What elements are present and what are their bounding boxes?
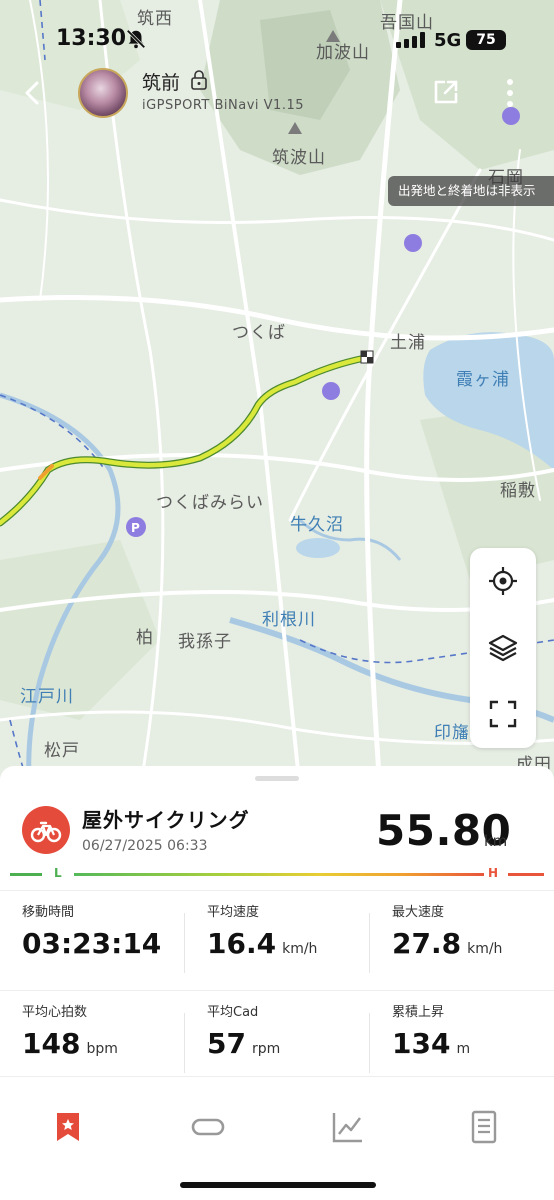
stat-label: 最大速度: [392, 905, 445, 920]
stat-value: 148: [22, 1027, 81, 1060]
network-type: 5G: [434, 30, 462, 51]
gradient-low-line: [10, 873, 42, 876]
gradient-high-label: H: [488, 866, 499, 880]
locate-icon[interactable]: [487, 565, 519, 597]
distance-unit: km: [484, 832, 508, 850]
fullscreen-icon[interactable]: [487, 698, 519, 730]
battery-icon: 75: [466, 30, 506, 50]
stat-label: 平均Cad: [207, 1005, 259, 1020]
avatar[interactable]: [78, 68, 128, 118]
stat-max-speed: 最大速度 27.8 km/h: [370, 891, 554, 991]
stat-moving-time: 移動時間 03:23:14: [0, 891, 184, 991]
map-label-tsukubamirai: つくばみらい: [156, 493, 264, 513]
map-controls-panel: [470, 548, 536, 748]
cycling-icon: [22, 806, 70, 854]
map-label-tsukubasan: 筑波山: [272, 148, 326, 168]
stat-value: 134: [392, 1027, 451, 1060]
stats-row-1: 移動時間 03:23:14 平均速度 16.4 km/h 最大速度 27.8 km/…: [0, 890, 554, 990]
layers-icon[interactable]: [487, 632, 519, 664]
gradient-bar: [74, 873, 484, 876]
lock-icon: [191, 70, 207, 90]
stat-label: 平均速度: [207, 905, 260, 920]
stat-unit: bpm: [86, 1041, 118, 1057]
laps-tab-icon[interactable]: [190, 1109, 226, 1145]
stats-grid: 移動時間 03:23:14 平均速度 16.4 km/h 最大速度 27.8 km/…: [0, 890, 554, 1090]
hide-endpoints-toggle[interactable]: 出発地と終着地は非表示: [388, 176, 554, 206]
route-name: 筑前: [142, 72, 181, 94]
details-tab-icon[interactable]: [466, 1109, 502, 1145]
sheet-handle[interactable]: [255, 776, 299, 781]
stat-label: 累積上昇: [392, 1005, 445, 1020]
map-label-ushikunuma: 牛久沼: [290, 515, 344, 535]
stat-unit: km/h: [282, 941, 318, 957]
charts-tab-icon[interactable]: [330, 1109, 366, 1145]
stats-row-2: 平均心拍数 148 bpm 平均Cad 57 rpm 累積上昇 134 m: [0, 990, 554, 1090]
map-label-inashiki: 稲敷: [500, 481, 536, 501]
app-version: iGPSPORT BiNavi V1.15: [142, 98, 305, 113]
map-label-abiko: 我孫子: [178, 632, 232, 652]
stat-value: 16.4: [207, 927, 277, 960]
stat-label: 移動時間: [22, 905, 75, 920]
stat-value: 03:23:14: [22, 927, 162, 960]
map-label-tsuchiura: 土浦: [390, 333, 426, 353]
more-options-icon[interactable]: [500, 76, 520, 110]
activity-datetime: 06/27/2025 06:33: [82, 838, 208, 854]
summary-tab-icon[interactable]: [50, 1109, 86, 1145]
activity-sheet: 屋外サイクリング 06/27/2025 06:33 55.80 km L H 移…: [0, 766, 554, 1200]
map-label-kasumigaura: 霞ヶ浦: [456, 370, 510, 390]
map-label-kashiwa: 柏: [136, 628, 154, 648]
home-indicator[interactable]: [180, 1182, 376, 1188]
signal-icon: [396, 32, 425, 48]
stat-label: 平均心拍数: [22, 1005, 88, 1020]
map-label-edogawa: 江戸川: [20, 687, 74, 707]
silent-bell-icon: [126, 29, 146, 49]
activity-title: 屋外サイクリング: [82, 808, 250, 832]
stat-avg-speed: 平均速度 16.4 km/h: [185, 891, 369, 991]
stat-unit: m: [456, 1041, 471, 1057]
gradient-high-line: [508, 873, 544, 876]
stat-unit: km/h: [467, 941, 503, 957]
svg-text:P: P: [131, 521, 140, 535]
stat-unit: rpm: [251, 1041, 281, 1057]
share-icon[interactable]: [432, 78, 460, 106]
map-label-tsukuba: つくば: [232, 323, 286, 343]
map-label-matsudo: 松戸: [44, 741, 80, 761]
status-bar: 13:30 5G 75: [0, 0, 554, 70]
gradient-low-label: L: [54, 866, 62, 880]
map-label-tonegawa: 利根川: [262, 610, 316, 630]
map-label-inba: 印旛: [434, 723, 470, 743]
stat-value: 57: [207, 1027, 246, 1060]
status-time: 13:30: [56, 26, 127, 51]
back-arrow-icon[interactable]: [18, 78, 48, 108]
speed-gradient-legend: L H: [10, 866, 544, 886]
stat-value: 27.8: [392, 927, 462, 960]
